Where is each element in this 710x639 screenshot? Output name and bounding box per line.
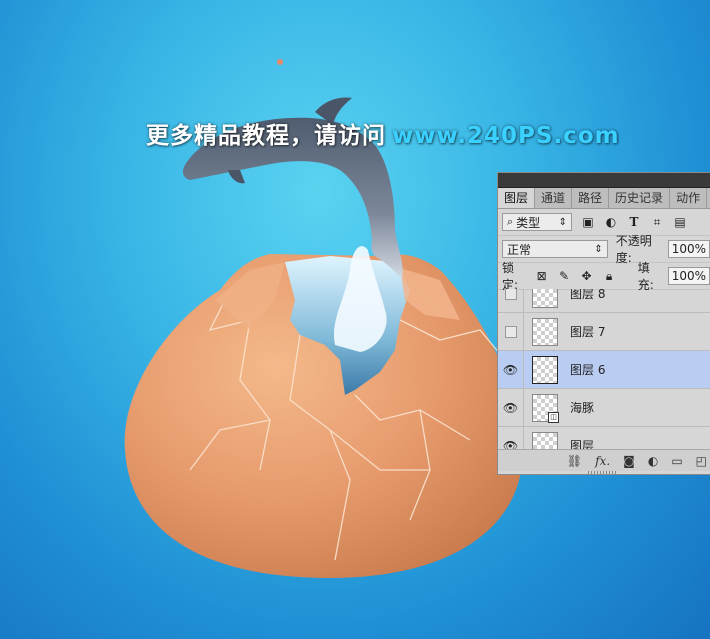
watermark-url: www.240PS.com [392, 123, 620, 149]
adjustment-icon[interactable]: ◐ [648, 454, 658, 468]
type-filter-icon[interactable]: T [627, 215, 641, 229]
smart-object-filter-icon[interactable]: ▤ [673, 215, 687, 229]
mask-icon[interactable]: ◙ [623, 454, 635, 468]
shape-filter-icon[interactable]: ⌗ [650, 215, 664, 229]
filter-label: 类型 [516, 215, 541, 230]
tab-paths[interactable]: 路径 [572, 188, 610, 208]
eye-icon: 👁︎ [502, 362, 519, 377]
image-filter-icon[interactable]: ▣ [581, 215, 595, 229]
panel-bottom-bar: ⛓ fx. ◙ ◐ ▭ ◰ [498, 449, 710, 471]
panel-title-bar[interactable] [498, 173, 710, 188]
tab-layers[interactable]: 图层 [498, 188, 536, 208]
layer-name: 图层 8 [570, 289, 606, 301]
layer-row-6[interactable]: 👁︎ 图层 6 [498, 351, 710, 389]
layer-thumbnail [532, 289, 558, 308]
eye-icon: 👁︎ [502, 438, 519, 450]
fx-icon[interactable]: fx. [595, 454, 610, 468]
fill-input[interactable]: 100% [667, 267, 710, 285]
layer-thumbnail [532, 355, 558, 384]
resize-grip[interactable] [588, 471, 618, 474]
layer-list[interactable]: 图层 8 图层 7 👁︎ 图层 6 👁︎ ◫ 海豚 👁︎ 图层 [498, 289, 710, 449]
watermark-text: 更多精品教程，请访问 www.240PS.com [146, 116, 620, 150]
lock-row: 锁定: ⊠ ✎ ✥ 🔒︎ 填充: 100% [498, 261, 710, 292]
layer-filter-select[interactable]: ⌕ 类型 ⇕ [502, 213, 572, 231]
tab-history[interactable]: 历史记录 [609, 188, 671, 208]
panel-tabs: 图层 通道 路径 历史记录 动作 [498, 188, 710, 209]
blend-mode-value: 正常 [507, 242, 532, 257]
lock-all-icon[interactable]: 🔒︎ [602, 269, 615, 283]
visibility-off-icon [504, 325, 517, 338]
layer-name: 图层 6 [570, 363, 606, 377]
fill-label: 填充: [637, 261, 654, 292]
tab-actions[interactable]: 动作 [670, 188, 708, 208]
link-icon[interactable]: ⛓ [567, 454, 582, 468]
layer-row-dolphin[interactable]: 👁︎ ◫ 海豚 [498, 389, 710, 427]
layer-row-8[interactable]: 图层 8 [498, 289, 710, 313]
visibility-toggle[interactable] [498, 289, 524, 312]
visibility-toggle[interactable]: 👁︎ [498, 389, 524, 426]
folder-icon[interactable]: ▭ [671, 454, 682, 468]
watermark-caption: 更多精品教程，请访问 [146, 123, 386, 149]
spinner-icon: ⇕ [594, 243, 603, 255]
visibility-toggle[interactable]: 👁︎ [498, 351, 524, 388]
lock-label: 锁定: [502, 261, 519, 292]
tab-channels[interactable]: 通道 [535, 188, 573, 208]
blend-mode-select[interactable]: 正常 ⇕ [502, 240, 608, 258]
visibility-off-icon [504, 289, 517, 300]
layer-thumbnail: ◫ [532, 393, 559, 423]
lock-transparent-icon[interactable]: ⊠ [535, 269, 548, 283]
blend-row: 正常 ⇕ 不透明度: 100% [498, 234, 710, 265]
new-layer-icon[interactable]: ◰ [696, 454, 707, 468]
layer-name: 图层 [570, 439, 595, 449]
lock-move-icon[interactable]: ✥ [580, 269, 593, 283]
visibility-toggle[interactable]: 👁︎ [498, 427, 524, 449]
layer-name: 海豚 [570, 401, 595, 415]
visibility-toggle[interactable] [498, 313, 524, 350]
eye-icon: 👁︎ [502, 400, 519, 415]
opacity-input[interactable]: 100% [667, 240, 710, 258]
layers-panel[interactable]: 图层 通道 路径 历史记录 动作 ⌕ 类型 ⇕ ▣ ◐ T ⌗ ▤ 正常 ⇕ 不… [497, 172, 710, 475]
smart-object-icon: ◫ [548, 411, 559, 423]
layer-row-partial[interactable]: 👁︎ 图层 [498, 427, 710, 449]
adjustment-filter-icon[interactable]: ◐ [604, 215, 618, 229]
spinner-icon: ⇕ [558, 216, 567, 228]
filter-row: ⌕ 类型 ⇕ ▣ ◐ T ⌗ ▤ [498, 209, 710, 236]
layer-row-7[interactable]: 图层 7 [498, 313, 710, 351]
search-icon: ⌕ [507, 215, 514, 228]
layer-name: 图层 7 [570, 325, 606, 339]
layer-thumbnail [532, 317, 558, 346]
layer-thumbnail [532, 431, 558, 449]
lock-brush-icon[interactable]: ✎ [557, 269, 570, 283]
